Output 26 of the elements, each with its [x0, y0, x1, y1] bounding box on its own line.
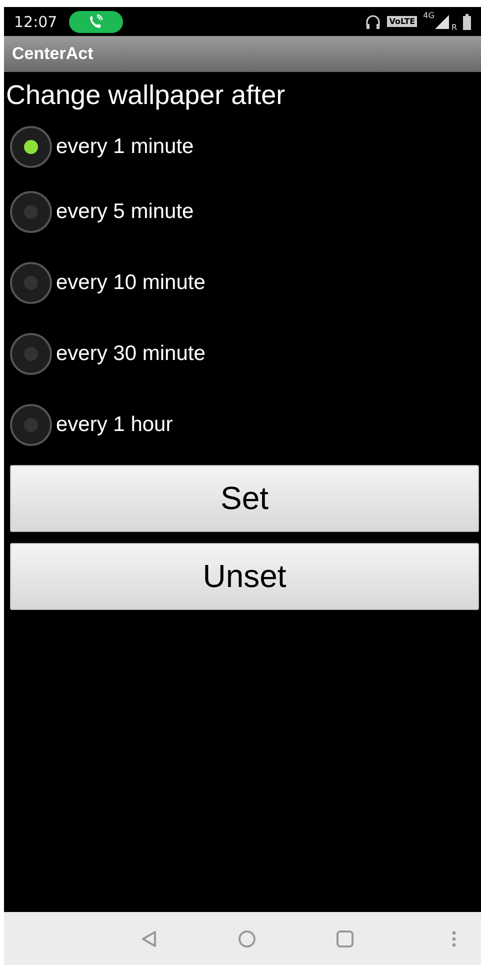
radio-option[interactable]: every 1 hour: [4, 389, 481, 461]
call-icon: [69, 10, 124, 32]
signal-icon: [434, 14, 450, 30]
headphones-icon: [365, 14, 382, 30]
battery-icon: [463, 14, 471, 30]
radio-option[interactable]: every 5 minute: [4, 176, 481, 248]
radio-button[interactable]: [10, 262, 52, 304]
unset-button[interactable]: Unset: [10, 543, 479, 610]
radio-option[interactable]: every 10 minute: [4, 247, 481, 319]
status-time: 12:07: [14, 12, 58, 30]
home-icon[interactable]: [238, 930, 256, 948]
more-icon[interactable]: [452, 930, 456, 948]
radio-button[interactable]: [10, 126, 52, 168]
radio-button[interactable]: [10, 333, 52, 375]
radio-option[interactable]: every 1 minute: [4, 117, 481, 177]
set-button[interactable]: Set: [10, 465, 479, 532]
heading: Change wallpaper after: [6, 80, 286, 112]
recents-icon[interactable]: [336, 930, 354, 948]
roaming-label: R: [451, 23, 457, 32]
radio-button[interactable]: [10, 191, 52, 233]
back-icon[interactable]: [140, 930, 158, 948]
radio-option[interactable]: every 30 minute: [4, 318, 481, 390]
app-title: CenterAct: [12, 44, 94, 64]
radio-button[interactable]: [10, 404, 52, 446]
network-label: 4G: [423, 11, 434, 20]
volte-badge: VoLTE: [387, 16, 418, 27]
